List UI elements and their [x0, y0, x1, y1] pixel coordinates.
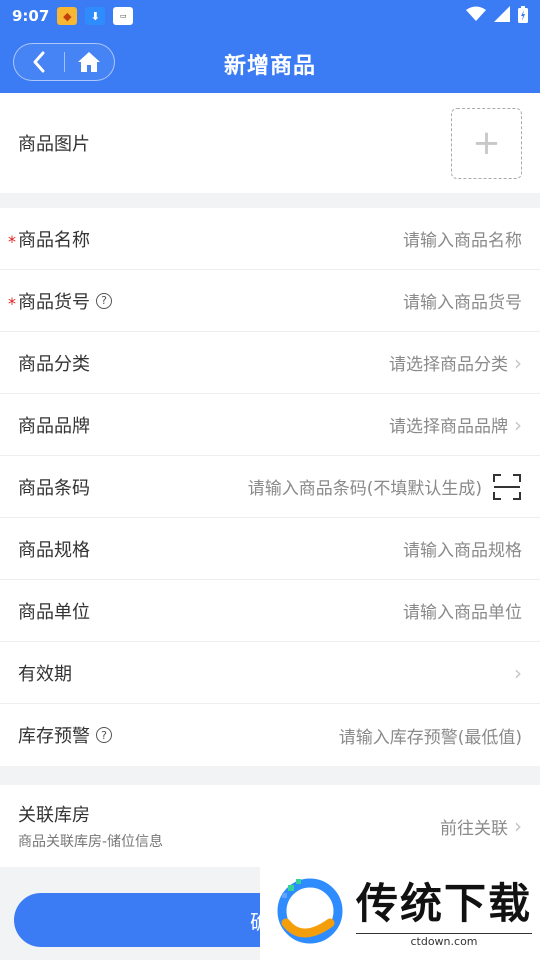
- header-bar: 9:07 ◆ ⬇ ▭ 新增商品: [0, 0, 540, 93]
- warehouse-action: 前往关联: [440, 818, 508, 839]
- field-row[interactable]: 有效期 ›: [0, 642, 540, 704]
- field-row[interactable]: * 商品名称 请输入商品名称: [0, 208, 540, 270]
- fields-section: * 商品名称 请输入商品名称 * 商品货号? 请输入商品货号 商品分类 请选择商品分类 › 商品品…: [0, 208, 540, 766]
- field-value: 请输入商品条码(不填默认生成): [248, 473, 522, 501]
- required-mark: *: [8, 232, 16, 251]
- battery-icon: [518, 5, 528, 27]
- field-value: ›: [508, 661, 522, 685]
- field-label: 商品规格: [18, 536, 90, 562]
- field-value: 请输入商品规格: [403, 536, 522, 561]
- watermark: 传统下载 ctdown.com: [260, 858, 540, 960]
- field-label-text: 商品分类: [18, 353, 90, 375]
- field-label: 商品条码: [18, 474, 90, 500]
- field-label-text: 商品品牌: [18, 415, 90, 437]
- scan-icon[interactable]: [492, 473, 522, 501]
- watermark-title: 传统下载: [356, 879, 533, 928]
- field-value: 请输入商品名称: [403, 226, 522, 251]
- field-label: 商品单位: [18, 598, 90, 624]
- field-value: 请选择商品品牌 ›: [389, 412, 522, 438]
- field-placeholder: 请选择商品品牌: [389, 417, 508, 437]
- field-row[interactable]: 库存预警? 请输入库存预警(最低值): [0, 704, 540, 766]
- image-upload-button[interactable]: +: [451, 107, 522, 179]
- page-title: 新增商品: [223, 54, 316, 79]
- warehouse-link-row[interactable]: 关联库房 商品关联库房-储位信息 前往关联 ›: [0, 785, 540, 867]
- field-row[interactable]: * 商品货号? 请输入商品货号: [0, 270, 540, 332]
- field-value: 请输入商品单位: [403, 598, 522, 623]
- field-value: 请输入商品货号: [403, 288, 522, 313]
- help-icon[interactable]: ?: [96, 292, 112, 309]
- field-row[interactable]: 商品分类 请选择商品分类 ›: [0, 332, 540, 394]
- warehouse-subtitle: 商品关联库房-储位信息: [18, 834, 164, 850]
- field-label: 商品品牌: [18, 412, 90, 438]
- field-value: 请选择商品分类 ›: [389, 350, 522, 376]
- field-row[interactable]: 商品品牌 请选择商品品牌 ›: [0, 394, 540, 456]
- chevron-right-icon: ›: [514, 350, 522, 375]
- field-label-text: 有效期: [18, 663, 72, 685]
- app-notification-icon-2: ▭: [113, 7, 134, 25]
- field-value: 请输入库存预警(最低值): [339, 723, 522, 748]
- field-label: 商品名称: [18, 226, 90, 252]
- field-label: 有效期: [18, 660, 72, 686]
- image-label: 商品图片: [18, 134, 90, 155]
- field-label-text: 库存预警: [18, 726, 90, 747]
- signal-icon: [494, 6, 510, 26]
- app-notification-icon: ◆: [57, 7, 78, 25]
- watermark-logo-icon: [277, 878, 343, 944]
- warehouse-section: 关联库房 商品关联库房-储位信息 前往关联 ›: [0, 785, 540, 867]
- required-mark: *: [8, 294, 16, 313]
- status-time: 9:07: [12, 7, 50, 25]
- field-label-text: 商品规格: [18, 539, 90, 561]
- field-placeholder: 请输入库存预警(最低值): [338, 727, 522, 748]
- field-placeholder: 请选择商品分类: [389, 355, 508, 375]
- chevron-right-icon: ›: [514, 814, 522, 838]
- field-row[interactable]: 商品条码 请输入商品条码(不填默认生成): [0, 456, 540, 518]
- field-label: 库存预警?: [18, 722, 112, 748]
- field-label: 商品货号?: [18, 288, 112, 314]
- field-row[interactable]: 商品规格 请输入商品规格: [0, 518, 540, 580]
- plus-icon: +: [472, 123, 501, 163]
- wifi-icon: [466, 6, 486, 26]
- field-label: 商品分类: [18, 350, 90, 376]
- field-label-text: 商品条码: [18, 477, 90, 499]
- download-icon: ⬇: [85, 7, 106, 25]
- field-placeholder: 请输入商品名称: [403, 231, 522, 251]
- field-placeholder: 请输入商品货号: [403, 293, 522, 313]
- status-bar: 9:07 ◆ ⬇ ▭: [0, 0, 540, 32]
- help-icon[interactable]: ?: [96, 727, 112, 743]
- field-label-text: 商品名称: [18, 229, 90, 251]
- chevron-right-icon: ›: [514, 660, 522, 685]
- warehouse-title: 关联库房: [18, 805, 90, 826]
- field-placeholder: 请输入商品条码(不填默认生成): [247, 479, 482, 499]
- field-label-text: 商品货号: [18, 291, 90, 313]
- field-placeholder: 请输入商品单位: [403, 603, 522, 623]
- field-label-text: 商品单位: [18, 601, 90, 623]
- image-section: 商品图片 +: [0, 93, 540, 193]
- field-row[interactable]: 商品单位 请输入商品单位: [0, 580, 540, 642]
- chevron-right-icon: ›: [514, 412, 522, 437]
- field-placeholder: 请输入商品规格: [403, 541, 522, 561]
- watermark-url: ctdown.com: [356, 933, 533, 948]
